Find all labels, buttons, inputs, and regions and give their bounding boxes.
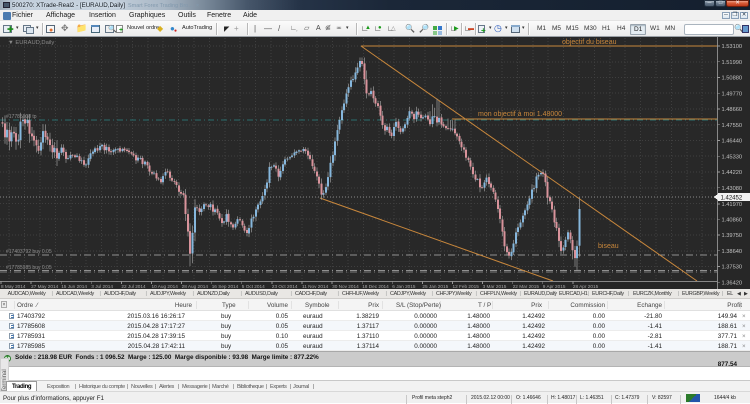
svg-text:biseau: biseau bbox=[598, 243, 619, 250]
svg-text:1.38640: 1.38640 bbox=[722, 249, 743, 255]
svg-text:1.48660: 1.48660 bbox=[722, 107, 743, 113]
svg-text:1.50880: 1.50880 bbox=[722, 76, 743, 82]
svg-text:1.44220: 1.44220 bbox=[722, 170, 743, 176]
svg-text:objectif du biseau: objectif du biseau bbox=[562, 39, 617, 46]
svg-text:#17403792 buy 0.05: #17403792 buy 0.05 bbox=[6, 249, 52, 255]
svg-text:1.40860: 1.40860 bbox=[722, 217, 743, 223]
svg-text:1.43080: 1.43080 bbox=[722, 186, 743, 192]
svg-text:#17785985 buy 0.05: #17785985 buy 0.05 bbox=[6, 265, 52, 271]
svg-text:1.39750: 1.39750 bbox=[722, 233, 743, 239]
svg-text:1.37530: 1.37530 bbox=[722, 265, 743, 271]
svg-text:mon objectif à moi 1.48000: mon objectif à moi 1.48000 bbox=[478, 111, 562, 118]
svg-text:1.45330: 1.45330 bbox=[722, 154, 743, 160]
svg-text:1.41970: 1.41970 bbox=[722, 202, 743, 208]
svg-text:1.46440: 1.46440 bbox=[722, 139, 743, 145]
svg-text:1.36420: 1.36420 bbox=[722, 280, 743, 286]
svg-text:▼ EURAUD,Daily: ▼ EURAUD,Daily bbox=[8, 40, 54, 46]
svg-text:1.51990: 1.51990 bbox=[722, 60, 743, 66]
svg-text:1.42452: 1.42452 bbox=[721, 195, 743, 201]
svg-text:#17785608 tp: #17785608 tp bbox=[6, 114, 37, 120]
svg-text:1.49770: 1.49770 bbox=[722, 91, 743, 97]
svg-text:1.53100: 1.53100 bbox=[722, 44, 743, 50]
svg-text:1.47550: 1.47550 bbox=[722, 123, 743, 129]
